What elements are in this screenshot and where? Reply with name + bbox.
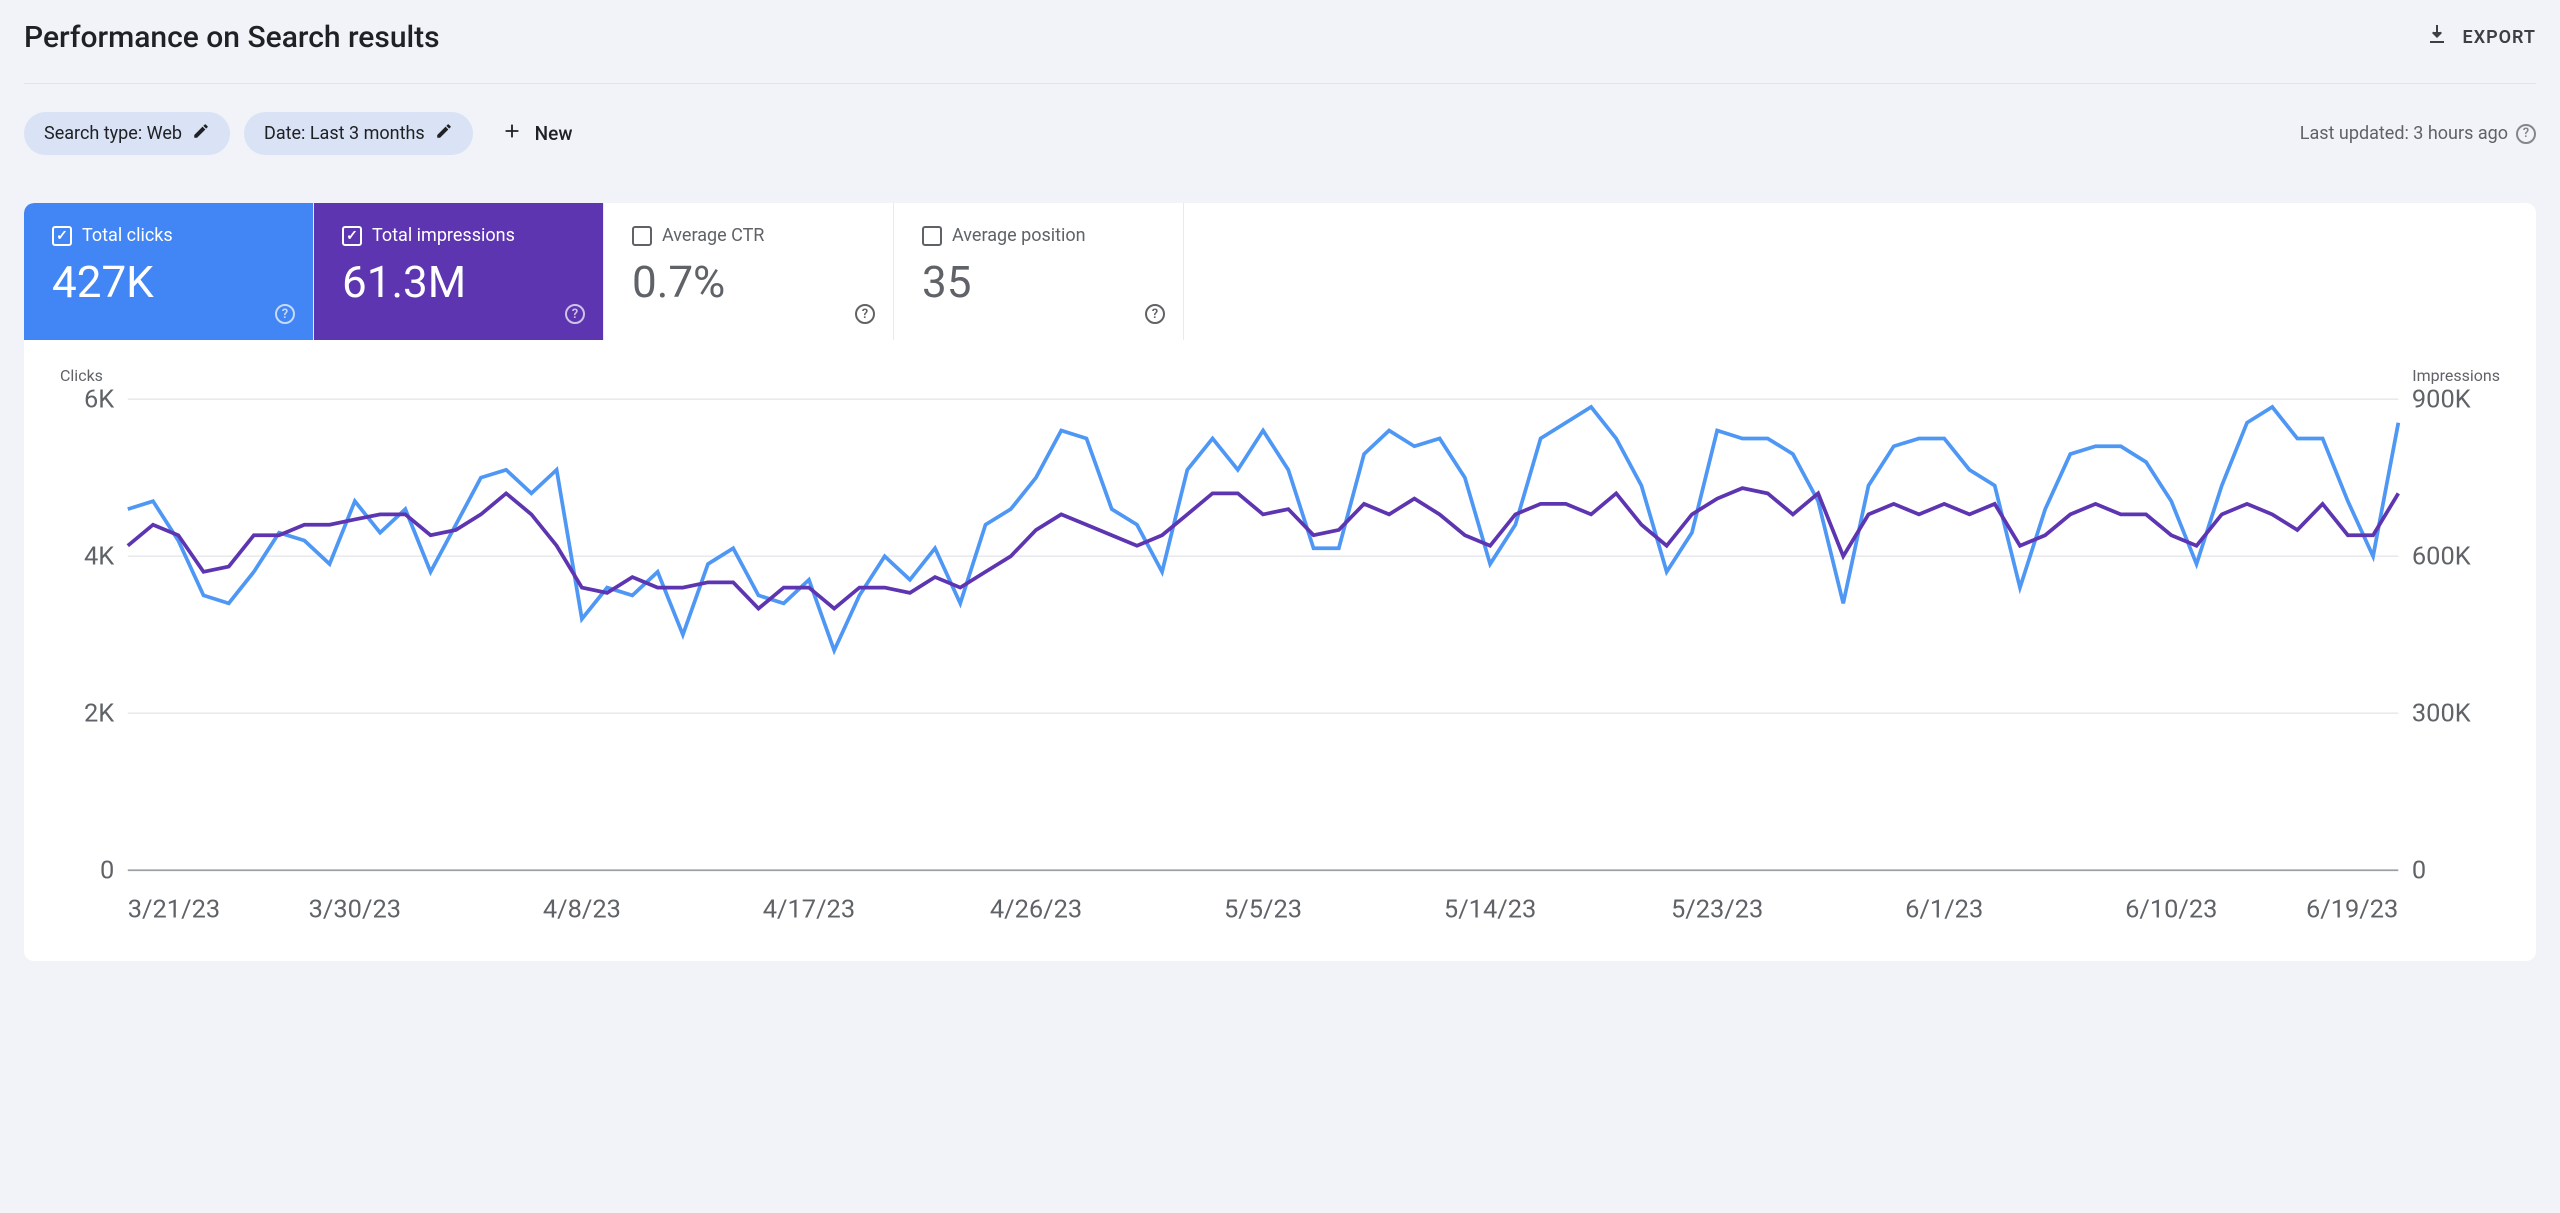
svg-text:6/19/23: 6/19/23 [2306, 895, 2398, 925]
right-axis-title: Impressions [2412, 366, 2500, 385]
metric-label: Average CTR [662, 225, 764, 246]
page-title: Performance on Search results [24, 20, 440, 55]
download-icon [2425, 23, 2449, 52]
svg-text:2K: 2K [84, 699, 114, 729]
metric-value: 35 [922, 256, 1155, 308]
search-type-chip-label: Search type: Web [44, 123, 182, 144]
performance-panel: Total clicks 427K ? Total impressions 61… [24, 203, 2536, 961]
svg-text:4/17/23: 4/17/23 [763, 895, 855, 925]
metric-value: 427K [52, 256, 285, 308]
help-icon[interactable]: ? [1145, 304, 1165, 324]
checkbox-icon [922, 226, 942, 246]
help-icon[interactable]: ? [275, 304, 295, 324]
date-range-chip-label: Date: Last 3 months [264, 123, 425, 144]
metric-card-position[interactable]: Average position 35 ? [894, 203, 1184, 340]
svg-text:3/21/23: 3/21/23 [128, 895, 220, 925]
svg-text:4/8/23: 4/8/23 [543, 895, 621, 925]
export-label: EXPORT [2463, 27, 2536, 48]
plus-icon [501, 120, 523, 147]
svg-text:600K: 600K [2412, 542, 2471, 572]
new-filter-button[interactable]: New [487, 112, 587, 155]
metric-label: Total impressions [372, 225, 515, 246]
metric-value: 0.7% [632, 256, 865, 308]
last-updated-text: Last updated: 3 hours ago [2300, 123, 2508, 144]
svg-text:4K: 4K [84, 542, 114, 572]
checkbox-icon [632, 226, 652, 246]
left-axis-title: Clicks [60, 366, 103, 385]
svg-text:5/14/23: 5/14/23 [1444, 895, 1536, 925]
svg-text:6K: 6K [84, 389, 114, 415]
last-updated: Last updated: 3 hours ago ? [2300, 123, 2536, 144]
svg-text:900K: 900K [2412, 389, 2471, 415]
edit-icon [435, 122, 453, 145]
svg-text:6/1/23: 6/1/23 [1905, 895, 1983, 925]
svg-text:6/10/23: 6/10/23 [2125, 895, 2217, 925]
svg-text:0: 0 [100, 856, 114, 886]
metric-label: Average position [952, 225, 1086, 246]
help-icon[interactable]: ? [855, 304, 875, 324]
metric-value: 61.3M [342, 256, 575, 308]
performance-chart: 6K 900K 4K 600K 2K 300K 0 0 3/21/23 3/30/23 4/8/23… [60, 389, 2500, 931]
help-icon[interactable]: ? [565, 304, 585, 324]
help-icon[interactable]: ? [2516, 124, 2536, 144]
svg-text:4/26/23: 4/26/23 [990, 895, 1082, 925]
svg-text:5/23/23: 5/23/23 [1671, 895, 1763, 925]
metric-card-ctr[interactable]: Average CTR 0.7% ? [604, 203, 894, 340]
metric-card-impressions[interactable]: Total impressions 61.3M ? [314, 203, 604, 340]
svg-text:3/30/23: 3/30/23 [309, 895, 401, 925]
search-type-chip[interactable]: Search type: Web [24, 112, 230, 155]
date-range-chip[interactable]: Date: Last 3 months [244, 112, 473, 155]
export-button[interactable]: EXPORT [2425, 23, 2536, 52]
checkbox-checked-icon [342, 226, 362, 246]
metric-card-clicks[interactable]: Total clicks 427K ? [24, 203, 314, 340]
checkbox-checked-icon [52, 226, 72, 246]
svg-text:0: 0 [2412, 856, 2426, 886]
metric-label: Total clicks [82, 225, 173, 246]
svg-text:5/5/23: 5/5/23 [1224, 895, 1302, 925]
new-filter-label: New [535, 122, 573, 145]
edit-icon [192, 122, 210, 145]
svg-text:300K: 300K [2412, 699, 2471, 729]
